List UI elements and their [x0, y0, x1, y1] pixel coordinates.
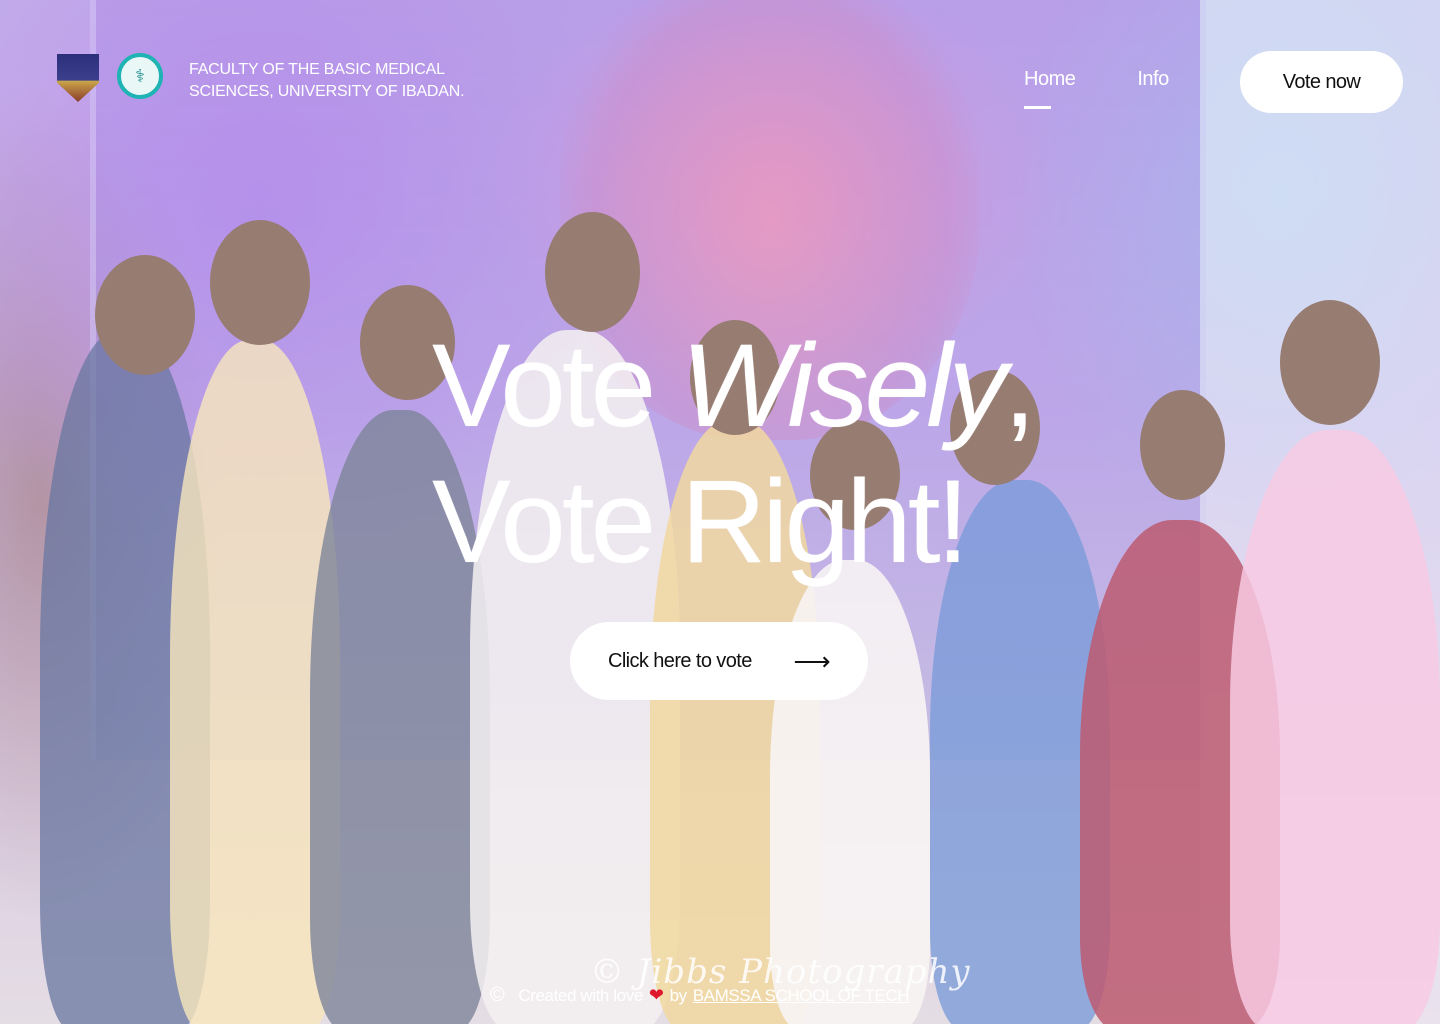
faculty-title-line2: SCIENCES, UNIVERSITY OF IBADAN.	[189, 83, 465, 100]
hero-line-1-emphasis: Wisely	[681, 320, 1007, 452]
footer-created-text: Created with love	[518, 985, 643, 1005]
hero-line-1-comma: ,	[1003, 320, 1036, 452]
nav-home[interactable]: Home	[1024, 68, 1076, 109]
nav-info[interactable]: Info	[1137, 68, 1169, 91]
hero-line-2: Vote Right!	[432, 456, 969, 588]
cta-label: Click here to vote	[608, 649, 752, 672]
faculty-title-line1: FACULTY OF THE BASIC MEDICAL	[189, 61, 445, 78]
hero-heading: Vote Wisely, Vote Right!	[432, 318, 1036, 590]
hero-line-1-a: Vote	[432, 320, 682, 452]
logo-bamssa-icon[interactable]: ⚕	[117, 53, 163, 99]
main-nav: Home Info	[1024, 68, 1169, 109]
heart-icon: ❤	[648, 985, 664, 1005]
hero-line-1: Vote Wisely,	[432, 318, 1036, 454]
click-to-vote-button[interactable]: Click here to vote ⟶	[570, 622, 868, 700]
arrow-right-icon: ⟶	[793, 646, 830, 676]
footer-by-text: by	[669, 985, 688, 1005]
vote-now-button[interactable]: Vote now	[1240, 51, 1403, 113]
footer-link-school-of-tech[interactable]: BAMSSA SCHOOL OF TECH	[693, 986, 910, 1006]
footer-credit: © Created with love ❤ by BAMSSA SCHOOL O…	[490, 984, 910, 1007]
faculty-title: FACULTY OF THE BASIC MEDICAL SCIENCES, U…	[189, 59, 509, 103]
copyright-icon: ©	[490, 984, 505, 1006]
